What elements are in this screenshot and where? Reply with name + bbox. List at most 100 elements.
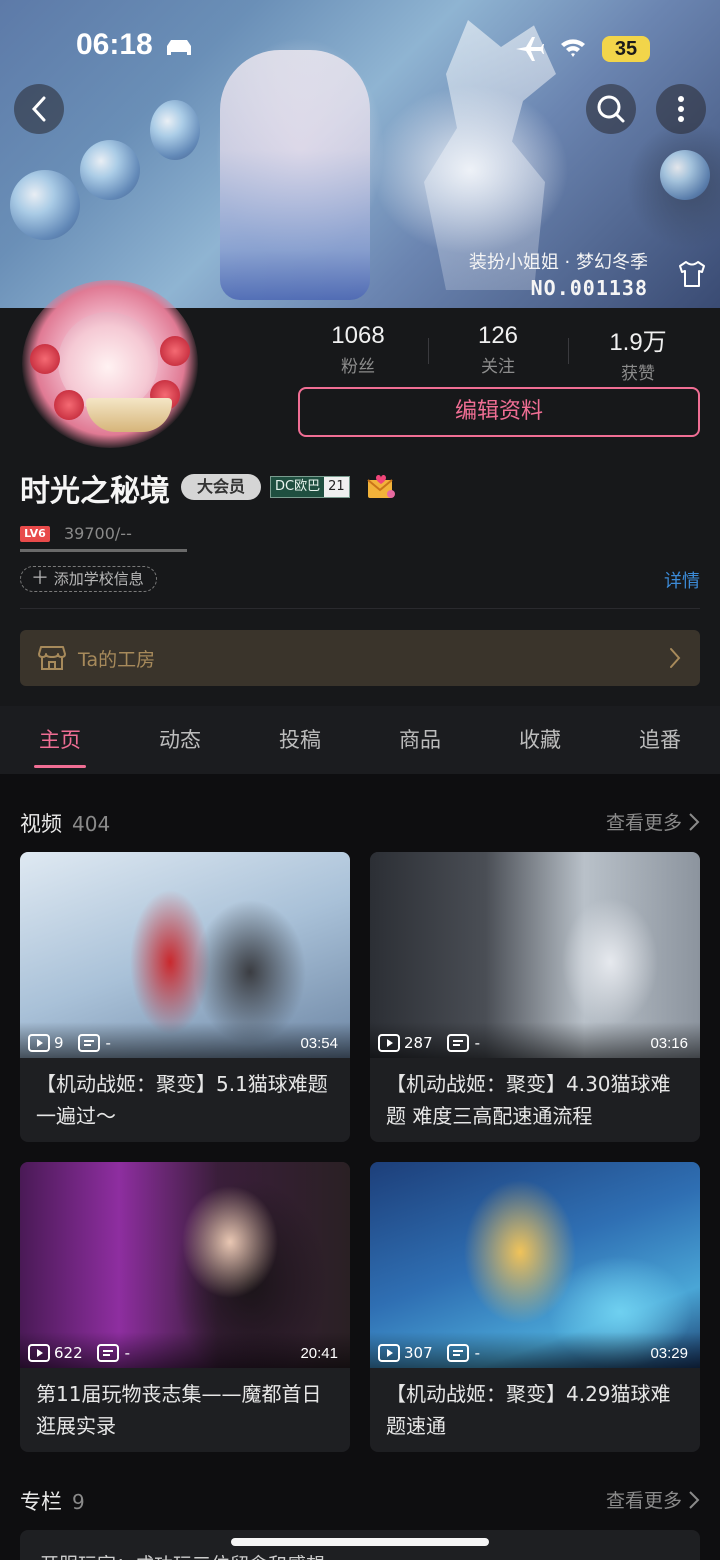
- plus-icon: ＋: [31, 568, 49, 589]
- tab-favorites[interactable]: 收藏: [480, 706, 600, 774]
- video-meta: 307 -: [378, 1344, 480, 1362]
- video-duration: 03:29: [650, 1345, 688, 1362]
- stat-value: 1.9万: [609, 329, 667, 356]
- experience-value: 39700/--: [64, 524, 132, 543]
- profile-tabs: 主页 动态 投稿 商品 收藏 追番: [0, 706, 720, 774]
- tab-submissions[interactable]: 投稿: [240, 706, 360, 774]
- section-title: 专栏: [20, 1490, 62, 1514]
- danmaku-count: -: [124, 1344, 131, 1362]
- back-button[interactable]: [14, 84, 64, 134]
- tab-dynamics[interactable]: 动态: [120, 706, 240, 774]
- chevron-right-icon: [670, 648, 681, 668]
- section-count: 404: [72, 812, 111, 836]
- rose-decoration: [30, 344, 60, 374]
- video-duration: 20:41: [300, 1345, 338, 1362]
- chevron-right-icon: [689, 1490, 700, 1509]
- video-title: 第11届玩物丧志集——魔都首日逛展实录: [36, 1382, 322, 1438]
- video-meta: 622 -: [28, 1344, 130, 1362]
- edit-profile-button[interactable]: 编辑资料: [298, 387, 700, 437]
- stat-likes[interactable]: 1.9万 获赞: [568, 322, 708, 384]
- chevron-left-icon: [31, 96, 46, 122]
- detail-link[interactable]: 详情: [664, 567, 700, 593]
- tab-anime-follow[interactable]: 追番: [600, 706, 720, 774]
- airplane-icon: [516, 37, 544, 61]
- crystal-decoration: [10, 170, 80, 240]
- video-duration: 03:54: [300, 1035, 338, 1052]
- stat-fans[interactable]: 1068 粉丝: [288, 322, 428, 378]
- video-thumbnail: 307 - 03:29: [370, 1162, 700, 1368]
- video-meta: 9 -: [28, 1034, 111, 1052]
- dc-medal-level: 21: [324, 477, 349, 497]
- username: 时光之秘境: [20, 474, 170, 509]
- level-badge: LV6: [20, 526, 50, 542]
- play-count-icon: [378, 1344, 400, 1362]
- columns-section-header: 专栏 9 查看更多: [20, 1486, 700, 1516]
- video-card[interactable]: 9 - 03:54 【机动战姬：聚变】5.1猫球难题 一遍过～: [20, 852, 350, 1142]
- danmaku-icon: [77, 1034, 100, 1052]
- vip-badge[interactable]: 大会员: [181, 474, 261, 500]
- wifi-icon: [561, 39, 585, 57]
- play-count-icon: [28, 1344, 50, 1362]
- crystal-decoration: [660, 150, 710, 200]
- section-count: 9: [72, 1490, 85, 1514]
- section-title: 视频: [20, 812, 62, 836]
- play-count: 622: [54, 1344, 83, 1362]
- tab-home[interactable]: 主页: [0, 706, 120, 774]
- videos-section-header: 视频 404 查看更多: [20, 808, 700, 838]
- stat-following[interactable]: 126 关注: [428, 322, 568, 378]
- see-more-label: 查看更多: [605, 812, 682, 834]
- tab-products[interactable]: 商品: [360, 706, 480, 774]
- banner-caption-title: 装扮小姐姐 · 梦幻冬季: [468, 252, 648, 273]
- crystal-decoration: [80, 140, 140, 200]
- video-card[interactable]: 307 - 03:29 【机动战姬：聚变】4.29猫球难题速通: [370, 1162, 700, 1452]
- stat-label: 粉丝: [341, 357, 375, 377]
- add-school-button[interactable]: ＋ 添加学校信息: [20, 566, 157, 592]
- home-indicator[interactable]: [231, 1538, 489, 1546]
- battery-indicator: 35: [602, 36, 650, 62]
- dc-medal-badge[interactable]: DC欧巴 21: [270, 476, 350, 498]
- danmaku-icon: [446, 1034, 469, 1052]
- columns-see-more[interactable]: 查看更多: [606, 1486, 700, 1513]
- danmaku-count: -: [474, 1034, 481, 1052]
- search-icon: [597, 95, 625, 123]
- video-thumbnail: 9 - 03:54: [20, 852, 350, 1058]
- danmaku-count: -: [474, 1344, 481, 1362]
- divider: [20, 608, 700, 609]
- stat-label: 关注: [481, 357, 515, 377]
- stat-label: 获赞: [621, 364, 655, 384]
- danmaku-count: -: [105, 1034, 111, 1052]
- more-options-button[interactable]: [656, 84, 706, 134]
- video-duration: 03:16: [650, 1035, 688, 1052]
- banner-caption: 装扮小姐姐 · 梦幻冬季 NO.001138: [469, 248, 648, 300]
- experience-bar: [20, 549, 187, 552]
- workshop-label: Ta的工房: [78, 648, 156, 671]
- search-button[interactable]: [586, 84, 636, 134]
- video-card[interactable]: 622 - 20:41 第11届玩物丧志集——魔都首日逛展实录: [20, 1162, 350, 1452]
- video-card[interactable]: 287 - 03:16 【机动战姬：聚变】4.30猫球难题 难度三高配速通流程: [370, 852, 700, 1142]
- dc-medal-name: DC欧巴: [271, 477, 325, 497]
- play-count: 307: [404, 1344, 433, 1362]
- workshop-entry[interactable]: Ta的工房: [20, 630, 700, 686]
- video-title: 【机动战姬：聚变】5.1猫球难题 一遍过～: [36, 1072, 328, 1128]
- play-count: 287: [404, 1034, 433, 1052]
- crystal-decoration: [150, 100, 200, 160]
- play-count-icon: [378, 1034, 400, 1052]
- rose-decoration: [160, 336, 190, 366]
- tshirt-icon[interactable]: [676, 258, 708, 290]
- status-time: 06:18: [76, 28, 153, 61]
- banner-caption-number: NO.001138: [530, 276, 648, 300]
- video-thumbnail: 622 - 20:41: [20, 1162, 350, 1368]
- danmaku-icon: [446, 1344, 469, 1362]
- rose-decoration: [54, 390, 84, 420]
- more-vertical-icon: [678, 96, 684, 122]
- video-meta: 287 -: [378, 1034, 480, 1052]
- videos-see-more[interactable]: 查看更多: [606, 808, 700, 835]
- mail-heart-icon[interactable]: [366, 472, 396, 500]
- profile-banner[interactable]: 06:18 35 装扮小姐姐 · 梦幻冬季 NO.001138: [0, 0, 720, 308]
- status-bar: 06:18 35: [0, 28, 720, 72]
- add-school-label: 添加学校信息: [53, 570, 144, 588]
- danmaku-icon: [96, 1344, 119, 1362]
- stat-value: 126: [477, 322, 519, 349]
- play-count: 9: [54, 1034, 64, 1052]
- play-count-icon: [28, 1034, 50, 1052]
